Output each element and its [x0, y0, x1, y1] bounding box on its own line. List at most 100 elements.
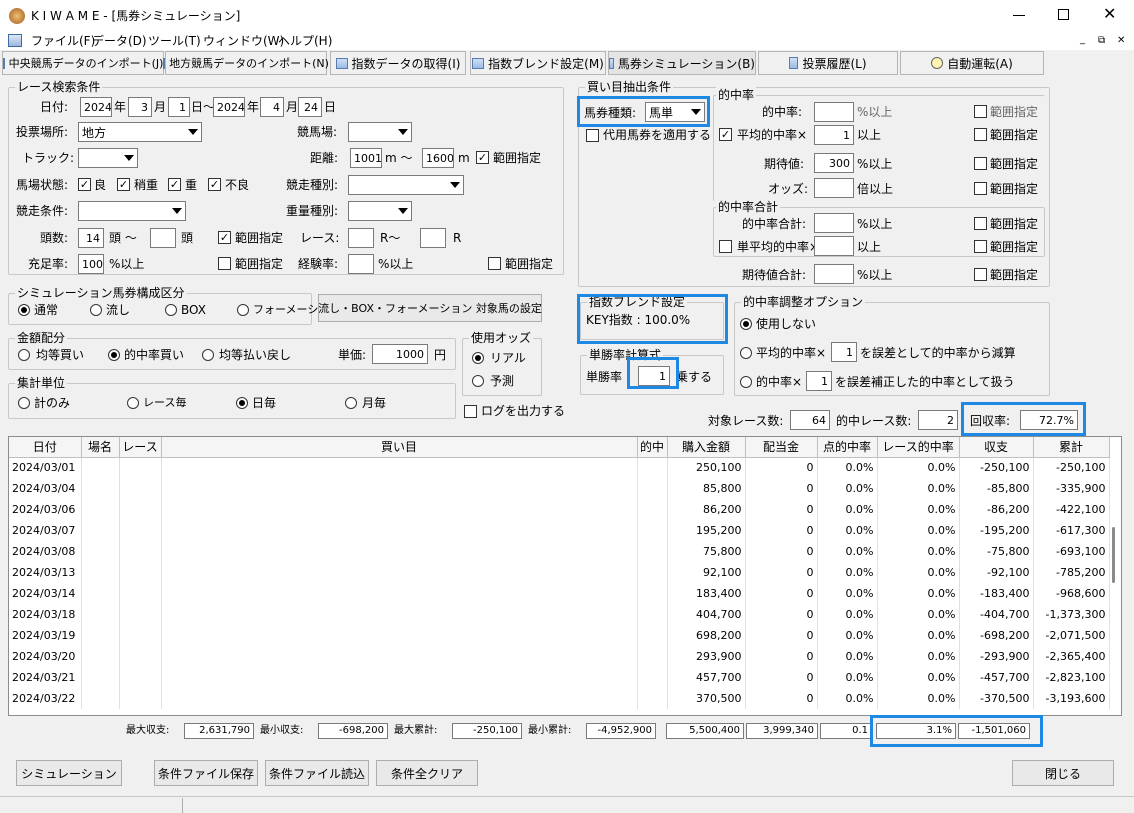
close-icon[interactable]: ✕ [1103, 6, 1116, 22]
import-central-button[interactable]: 中央競馬データのインポート(J) [2, 51, 164, 75]
hit-rate-input[interactable] [814, 102, 854, 122]
race-cond-select[interactable] [78, 201, 186, 221]
expect-range-checkbox[interactable] [974, 157, 987, 170]
expect-sum-range-checkbox[interactable] [974, 268, 987, 281]
odds-range-checkbox[interactable] [974, 182, 987, 195]
table-row[interactable]: 2024/03/01 250,100 0 0.0% 0.0% -250,100 -250,1… [9, 457, 1110, 478]
to-day-input[interactable]: 24 [298, 97, 322, 117]
race-type-select[interactable] [348, 175, 464, 195]
distance-to-input[interactable]: 1600 [422, 148, 454, 168]
heads-range-checkbox[interactable]: ✓ [218, 231, 231, 244]
fill-input[interactable]: 100 [78, 254, 104, 274]
col-race[interactable]: レース [119, 437, 162, 458]
agg-total-radio[interactable] [18, 397, 30, 409]
odds-forecast-radio[interactable] [472, 375, 484, 387]
odds-input[interactable] [814, 178, 854, 198]
course-select[interactable] [78, 148, 138, 168]
expect-sum-input[interactable] [814, 264, 854, 284]
col-income[interactable]: 収支 [959, 437, 1034, 458]
to-year-input[interactable]: 2024 [213, 97, 245, 117]
exp-range-checkbox[interactable] [488, 257, 501, 270]
sim-formation-radio[interactable] [237, 304, 249, 316]
heads-to-input[interactable] [150, 228, 176, 248]
table-row[interactable]: 2024/03/06 86,200 0 0.0% 0.0% -86,200 -422,100 [9, 499, 1110, 520]
col-bet[interactable]: 買い目 [161, 437, 638, 458]
import-local-button[interactable]: 地方競馬データのインポート(N) [163, 51, 329, 75]
ticket-select[interactable]: 馬単 [645, 102, 705, 122]
menu-help[interactable]: ヘルプ(H) [278, 33, 332, 49]
table-row[interactable]: 2024/03/19 698,200 0 0.0% 0.0% -698,200 -2,071… [9, 625, 1110, 646]
col-hit[interactable]: 的中 [637, 437, 668, 458]
table-row[interactable]: 2024/03/18 404,700 0 0.0% 0.0% -404,700 -1,373… [9, 604, 1110, 625]
money-equal-radio[interactable] [18, 349, 30, 361]
single-avg-input[interactable] [814, 236, 854, 256]
sim-flow-radio[interactable] [90, 304, 102, 316]
odds-real-radio[interactable] [472, 352, 484, 364]
mdi-restore-icon[interactable]: ⧉ [1098, 33, 1105, 49]
col-purchase[interactable]: 購入金額 [667, 437, 746, 458]
col-point-hit[interactable]: 点的中率 [817, 437, 878, 458]
adjust-hit-input[interactable]: 1 [806, 371, 832, 391]
from-year-input[interactable]: 2024 [80, 97, 112, 117]
table-row[interactable]: 2024/03/07 195,200 0 0.0% 0.0% -195,200 -617,3… [9, 520, 1110, 541]
simulation-button[interactable]: 馬券シミュレーション(B) [608, 51, 756, 75]
col-payout[interactable]: 配当金 [745, 437, 818, 458]
mdi-minimize-icon[interactable]: _ [1080, 32, 1085, 48]
adjust-hit-radio[interactable] [740, 376, 752, 388]
race-from-input[interactable] [348, 228, 374, 248]
auto-run-button[interactable]: 自動運転(A) [900, 51, 1044, 75]
single-avg-checkbox[interactable] [719, 240, 732, 253]
sim-box-radio[interactable] [165, 304, 177, 316]
fill-range-checkbox[interactable] [218, 257, 231, 270]
fetch-index-button[interactable]: 指数データの取得(I) [330, 51, 466, 75]
to-month-input[interactable]: 4 [260, 97, 284, 117]
distance-range-checkbox[interactable]: ✓ [476, 151, 489, 164]
minimize-icon[interactable] [1013, 15, 1025, 16]
save-conditions-button[interactable]: 条件ファイル保存 [154, 760, 258, 786]
sim-normal-radio[interactable] [18, 304, 30, 316]
maximize-icon[interactable] [1058, 9, 1069, 20]
ground-slightly-heavy-checkbox[interactable]: ✓ [117, 178, 130, 191]
table-row[interactable]: 2024/03/04 85,800 0 0.0% 0.0% -85,800 -335,900 [9, 478, 1110, 499]
win-calc-input[interactable]: 1 [638, 366, 670, 386]
adjust-none-radio[interactable] [740, 318, 752, 330]
col-venue[interactable]: 場名 [81, 437, 120, 458]
results-table[interactable]: 日付 場名 レース 買い目 的中 購入金額 配当金 点的中率 レース的中率 収支… [8, 436, 1122, 716]
col-total[interactable]: 累計 [1033, 437, 1110, 458]
agg-month-radio[interactable] [345, 397, 357, 409]
table-row[interactable]: 2024/03/21 457,700 0 0.0% 0.0% -457,700 -2,823… [9, 667, 1110, 688]
simulate-button[interactable]: シミュレーション [16, 760, 122, 786]
target-horse-button[interactable]: 流し・BOX・フォーメーション 対象馬の設定 [318, 294, 542, 322]
adjust-avg-radio[interactable] [740, 347, 752, 359]
venue-select[interactable]: 地方 [78, 122, 202, 142]
log-output-checkbox[interactable] [464, 405, 477, 418]
ground-bad-checkbox[interactable]: ✓ [208, 178, 221, 191]
substitute-checkbox[interactable] [586, 129, 599, 142]
menu-file[interactable]: ファイル(F) [31, 33, 95, 49]
hit-sum-input[interactable] [814, 213, 854, 233]
col-date[interactable]: 日付 [9, 437, 82, 458]
avg-hit-range-checkbox[interactable] [974, 128, 987, 141]
hit-rate-range-checkbox[interactable] [974, 105, 987, 118]
from-month-input[interactable]: 3 [128, 97, 152, 117]
table-row[interactable]: 2024/03/22 370,500 0 0.0% 0.0% -370,500 -3,193… [9, 688, 1110, 709]
table-row[interactable]: 2024/03/13 92,100 0 0.0% 0.0% -92,100 -785,200 [9, 562, 1110, 583]
avg-hit-input[interactable]: 1 [814, 125, 854, 145]
ground-heavy-checkbox[interactable]: ✓ [168, 178, 181, 191]
heads-from-input[interactable]: 14 [78, 228, 104, 248]
clear-conditions-button[interactable]: 条件全クリア [376, 760, 478, 786]
adjust-avg-input[interactable]: 1 [831, 342, 857, 362]
single-avg-range-checkbox[interactable] [974, 240, 987, 253]
index-blend-button[interactable]: 指数ブレンド設定(M) [470, 51, 606, 75]
money-hit-radio[interactable] [108, 349, 120, 361]
avg-hit-checkbox[interactable]: ✓ [719, 128, 732, 141]
agg-day-radio[interactable] [236, 397, 248, 409]
load-conditions-button[interactable]: 条件ファイル読込 [265, 760, 369, 786]
menu-tools[interactable]: ツール(T) [148, 33, 201, 49]
table-row[interactable]: 2024/03/14 183,400 0 0.0% 0.0% -183,400 -968,6… [9, 583, 1110, 604]
table-row[interactable]: 2024/03/20 293,900 0 0.0% 0.0% -293,900 -2,365… [9, 646, 1110, 667]
table-scrollbar[interactable] [1112, 527, 1115, 583]
menu-window[interactable]: ウィンドウ(W) [203, 33, 284, 49]
agg-race-radio[interactable] [127, 397, 139, 409]
track-select[interactable] [348, 122, 412, 142]
